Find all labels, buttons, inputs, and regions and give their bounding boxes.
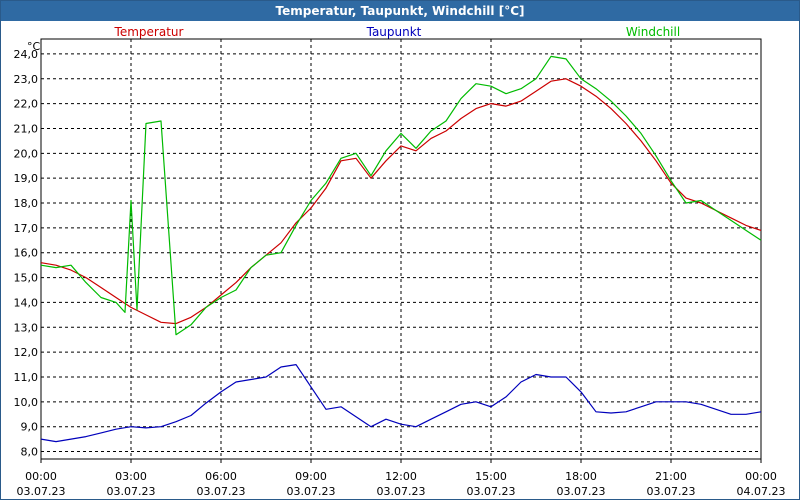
y-tick-label: 15,0	[14, 272, 39, 285]
grid	[41, 39, 761, 459]
y-tick-label: 10,0	[14, 396, 39, 409]
y-tick-label: 11,0	[14, 371, 39, 384]
x-tick-date-label: 04.07.23	[737, 485, 786, 498]
legend: Temperatur Taupunkt Windchill	[114, 25, 681, 39]
line-chart: 8,0 9,0 10,0 11,0 12,0 13,0 14,0 15,0 16,0 17,0 18…	[14, 25, 786, 498]
x-tick-date-label: 03.07.23	[287, 485, 336, 498]
x-tick-time-label: 18:00	[565, 470, 597, 483]
y-axis-label: °C	[27, 40, 41, 53]
y-tick-label: 22,0	[14, 98, 39, 111]
x-tick-date-label: 03.07.23	[647, 485, 696, 498]
legend-entry-taupunkt: Taupunkt	[366, 25, 422, 39]
y-tick-label: 14,0	[14, 296, 39, 309]
x-tick-time-label: 12:00	[385, 470, 417, 483]
x-tick-time-label: 09:00	[295, 470, 327, 483]
y-tick-label: 21,0	[14, 122, 39, 135]
y-tick-label: 16,0	[14, 247, 39, 260]
y-tick-label: 13,0	[14, 321, 39, 334]
x-tick-time-label: 00:00	[745, 470, 777, 483]
x-tick-time-label: 06:00	[205, 470, 237, 483]
y-tick-label: 18,0	[14, 197, 39, 210]
x-tick-date-label: 03.07.23	[557, 485, 606, 498]
y-tick-label: 8,0	[21, 446, 39, 459]
x-tick-date-label: 03.07.23	[107, 485, 156, 498]
chart-window: Temperatur, Taupunkt, Windchill [°C] 8,0…	[0, 0, 800, 500]
axes: 8,0 9,0 10,0 11,0 12,0 13,0 14,0 15,0 16,0 17,0 18…	[14, 38, 786, 498]
y-tick-label: 20,0	[14, 147, 39, 160]
x-tick-time-label: 15:00	[475, 470, 507, 483]
x-tick-date-label: 03.07.23	[467, 485, 516, 498]
y-tick-label: 9,0	[21, 421, 39, 434]
y-tick-label: 19,0	[14, 172, 39, 185]
y-tick-label: 12,0	[14, 346, 39, 359]
x-tick-time-label: 03:00	[115, 470, 147, 483]
legend-entry-windchill: Windchill	[626, 25, 680, 39]
x-tick-date-label: 03.07.23	[197, 485, 246, 498]
x-tick-date-label: 03.07.23	[17, 485, 66, 498]
y-tick-label: 17,0	[14, 222, 39, 235]
y-tick-label: 23,0	[14, 73, 39, 86]
x-tick-time-label: 21:00	[655, 470, 687, 483]
x-tick-time-label: 00:00	[25, 470, 57, 483]
x-tick-date-label: 03.07.23	[377, 485, 426, 498]
legend-entry-temperatur: Temperatur	[114, 25, 184, 39]
